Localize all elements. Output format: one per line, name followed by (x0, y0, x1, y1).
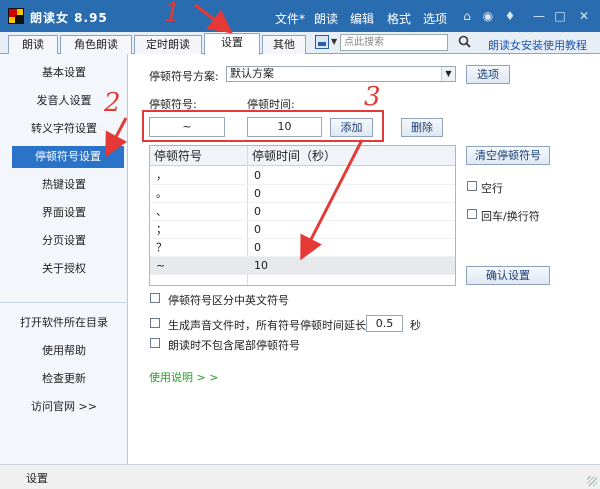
pause-symbol-table[interactable]: 停顿符号 停顿时间（秒） ， 0 。 0 、 0 ； 0 ？ 0 ~ 10 (149, 145, 456, 286)
menu-options[interactable]: 选项 (423, 10, 447, 27)
chevron-down-icon[interactable]: ▼ (331, 37, 337, 46)
skin-icon[interactable]: ♦ (503, 9, 517, 23)
check-update-link[interactable]: 检查更新 (0, 368, 128, 390)
table-row[interactable]: 。 0 (150, 185, 455, 203)
status-text: 设置 (26, 472, 48, 485)
search-input[interactable]: 点此搜索 (340, 34, 448, 51)
tab-timed-read[interactable]: 定时朗读 (134, 35, 202, 54)
table-row[interactable]: ~ 10 (150, 257, 455, 275)
sidebar-divider (0, 302, 128, 303)
tab-role-read[interactable]: 角色朗读 (60, 35, 132, 54)
status-bar: 设置 (0, 464, 600, 489)
sidebar-item-escape[interactable]: 转义字符设置 (0, 118, 128, 140)
time-cell: 0 (254, 223, 261, 236)
tab-read[interactable]: 朗读 (8, 35, 58, 54)
maximize-icon[interactable]: □ (553, 9, 567, 23)
app-title: 朗读女 8.95 (30, 11, 108, 25)
time-cell: 0 (254, 205, 261, 218)
blank-line-label: 空行 (481, 182, 503, 195)
image-button[interactable] (315, 35, 329, 49)
sidebar-item-paging[interactable]: 分页设置 (0, 230, 128, 252)
home-icon[interactable]: ⌂ (460, 9, 474, 23)
exclude-tail-label: 朗读时不包含尾部停顿符号 (168, 339, 300, 352)
distinguish-label: 停顿符号区分中英文符号 (168, 294, 289, 307)
annotation-number: 2 (104, 88, 121, 118)
scheme-select[interactable]: 默认方案 ▼ (226, 66, 456, 82)
add-button[interactable]: 添加 (330, 118, 373, 137)
tab-bar: 朗读 角色朗读 定时朗读 设置 其他 ▼ 点此搜索 朗读女安装使用教程 (0, 32, 600, 55)
table-row[interactable]: 、 0 (150, 203, 455, 221)
help-link-sidebar[interactable]: 使用帮助 (0, 340, 128, 362)
distinguish-checkbox[interactable] (150, 293, 160, 303)
menu-file[interactable]: 文件* (275, 10, 305, 27)
minimize-icon[interactable]: — (532, 9, 546, 23)
extend-label: 生成声音文件时，所有符号停顿时间延长 (168, 319, 366, 332)
time-cell: 10 (254, 259, 268, 272)
symbol-cell: ； (156, 223, 167, 236)
close-icon[interactable]: ✕ (577, 9, 591, 23)
clear-symbols-button[interactable]: 清空停顿符号 (466, 146, 550, 165)
chevron-down-icon: ▼ (441, 67, 455, 81)
symbol-cell: ~ (156, 259, 166, 272)
blank-line-checkbox[interactable] (467, 181, 477, 191)
column-header-time[interactable]: 停顿时间（秒） (248, 146, 455, 166)
time-input[interactable]: 10 (247, 117, 322, 137)
app-logo (8, 8, 24, 24)
table-row[interactable]: ？ 0 (150, 239, 455, 257)
annotation-number: 3 (364, 82, 381, 112)
time-cell: 0 (254, 241, 261, 254)
usage-help-link[interactable]: 使用说明 > > (149, 369, 218, 385)
scheme-label: 停顿符号方案: (149, 70, 219, 83)
extend-time-input[interactable]: 0.5 (366, 315, 403, 332)
table-row[interactable]: ， 0 (150, 167, 455, 185)
time-cell: 0 (254, 187, 261, 200)
title-bar: 朗读女 8.95 文件* 朗读 编辑 格式 选项 ⌂ ◉ ♦ — □ ✕ (0, 0, 600, 32)
sidebar-item-basic[interactable]: 基本设置 (0, 62, 128, 84)
sidebar-item-interface[interactable]: 界面设置 (0, 202, 128, 224)
time-cell: 0 (254, 169, 261, 182)
open-directory-link[interactable]: 打开软件所在目录 (0, 312, 128, 334)
options-button[interactable]: 选项 (466, 65, 510, 84)
tab-other[interactable]: 其他 (262, 35, 306, 54)
tab-settings[interactable]: 设置 (204, 33, 260, 55)
menu-edit[interactable]: 编辑 (350, 10, 374, 27)
exclude-tail-checkbox[interactable] (150, 338, 160, 348)
symbol-cell: ？ (156, 241, 167, 254)
symbol-input[interactable]: ~ (149, 117, 225, 137)
confirm-settings-button[interactable]: 确认设置 (466, 266, 550, 285)
sidebar-item-hotkey[interactable]: 热键设置 (0, 174, 128, 196)
extend-unit-label: 秒 (410, 319, 421, 332)
record-icon[interactable]: ◉ (481, 9, 495, 23)
symbol-cell: 。 (156, 187, 167, 200)
menu-read[interactable]: 朗读 (314, 10, 338, 27)
table-row[interactable]: ； 0 (150, 221, 455, 239)
menu-format[interactable]: 格式 (387, 10, 411, 27)
scheme-value: 默认方案 (230, 67, 274, 80)
newline-checkbox[interactable] (467, 209, 477, 219)
sidebar-item-about[interactable]: 关于授权 (0, 258, 128, 280)
annotation-number: 1 (164, 0, 181, 28)
resize-grip-icon[interactable] (587, 476, 597, 486)
delete-button[interactable]: 删除 (401, 118, 443, 137)
extend-checkbox[interactable] (150, 318, 160, 328)
search-icon[interactable] (458, 35, 471, 48)
visit-website-link[interactable]: 访问官网 >> (0, 396, 128, 418)
symbol-cell: 、 (156, 205, 167, 218)
sidebar-item-pause-symbol[interactable]: 停顿符号设置 (12, 146, 124, 168)
tutorial-link[interactable]: 朗读女安装使用教程 (488, 37, 587, 53)
column-header-symbol[interactable]: 停顿符号 (150, 146, 248, 166)
newline-label: 回车/换行符 (481, 210, 540, 223)
symbol-cell: ， (156, 169, 167, 182)
